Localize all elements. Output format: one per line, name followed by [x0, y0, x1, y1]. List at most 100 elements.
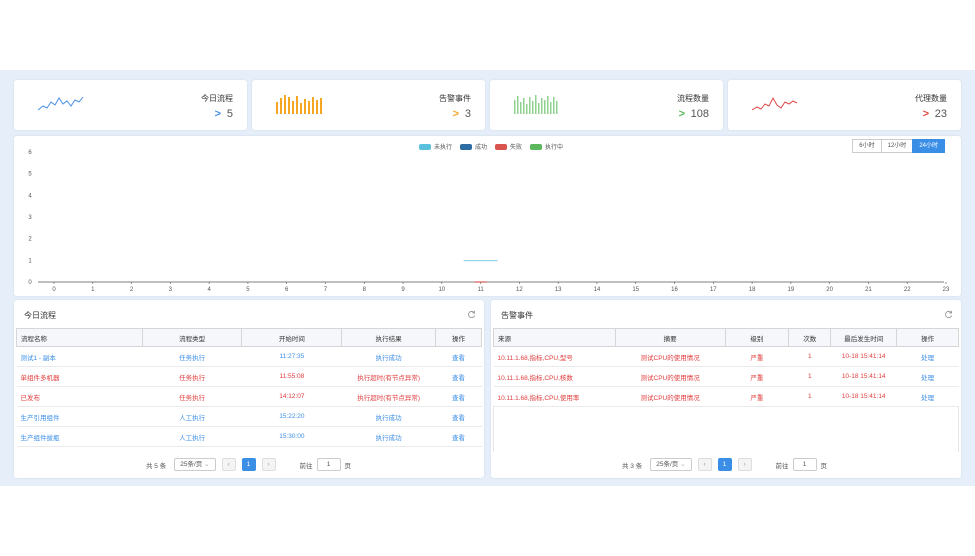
y-tick-label: 3 — [28, 215, 32, 221]
bar — [463, 260, 498, 262]
table-row[interactable]: 单组件多机器 任务执行 11:55:08 执行超时(有节点异常) 查看 — [16, 366, 482, 387]
chevron-right-icon[interactable]: > — [215, 108, 221, 120]
table-row[interactable]: 10.11.1.68,指标,CPU,使用率 测试CPU的使用情况 严重 1 10… — [493, 386, 959, 407]
view-link[interactable]: 查看 — [435, 406, 482, 427]
flow-start-time: 14:12:07 — [241, 386, 342, 407]
page-size-value: 25条/页 — [180, 461, 203, 468]
panel-title: 今日流程 — [24, 311, 56, 320]
alarm-last-time: 10-18 15:41:14 — [830, 366, 897, 387]
page-size-select[interactable]: 25条/页 ⌄ — [650, 458, 692, 471]
page-suffix: 页 — [820, 462, 828, 470]
flow-name[interactable]: 生产引用组件 — [16, 406, 143, 427]
column-header[interactable]: 操作 — [435, 328, 482, 347]
stat-card-flows-today[interactable]: 今日流程 > 5 — [14, 80, 247, 130]
flow-result: 执行成功 — [341, 346, 436, 367]
stat-label: 代理数量 — [915, 94, 947, 103]
chevron-right-icon[interactable]: > — [923, 108, 929, 120]
prev-page-button[interactable]: ‹ — [697, 458, 712, 471]
flows-pagination: 共 5 条 25条/页 ⌄ ‹ 1 › 前往 1 页 — [146, 458, 351, 471]
chevron-right-icon[interactable]: > — [679, 108, 685, 120]
page-size-select[interactable]: 25条/页 ⌄ — [174, 458, 216, 471]
alarm-level: 严重 — [725, 366, 789, 387]
x-tick-label: 15 — [632, 287, 639, 293]
x-tick-label: 22 — [904, 287, 911, 293]
goto-page-input[interactable]: 1 — [792, 458, 817, 471]
table-row[interactable]: 已发布 任务执行 14:12:07 执行超时(有节点异常) 查看 — [16, 386, 482, 407]
handle-link[interactable]: 处理 — [896, 386, 959, 407]
column-header[interactable]: 级别 — [724, 328, 790, 347]
chevron-right-icon[interactable]: > — [453, 108, 459, 120]
stat-label: 告警事件 — [439, 94, 471, 103]
y-tick-label: 4 — [28, 193, 32, 199]
alarm-last-time: 10-18 15:41:14 — [830, 386, 897, 407]
stat-card-alarms[interactable]: 告警事件 > 3 — [252, 80, 485, 130]
view-link[interactable]: 查看 — [435, 386, 482, 407]
table-row[interactable]: 测试1 - 副本 任务执行 11:27:35 执行成功 查看 — [16, 346, 482, 367]
column-header[interactable]: 摘要 — [614, 328, 726, 347]
alarm-source: 10.11.1.68,指标,CPU,型号 — [493, 346, 616, 367]
refresh-icon[interactable] — [467, 310, 476, 319]
y-tick-label: 0 — [28, 280, 32, 286]
column-header[interactable]: 最后发生时间 — [830, 328, 898, 347]
column-header[interactable]: 开始时间 — [241, 328, 343, 347]
x-tick-label: 23 — [943, 287, 950, 293]
table-row[interactable]: 10.11.1.68,指标,CPU,核数 测试CPU的使用情况 严重 1 10-… — [493, 366, 959, 387]
x-tick-label: 19 — [788, 287, 795, 293]
y-tick-label: 1 — [28, 258, 32, 264]
flow-result: 执行成功 — [341, 406, 436, 427]
execution-chart-card: 未执行 成功 失败 执行中 6小时 12小时 24小时 012345601234… — [14, 136, 961, 296]
stat-value: 108 — [690, 108, 709, 120]
page-number[interactable]: 1 — [717, 458, 732, 471]
flow-result: 执行超时(有节点异常) — [341, 366, 436, 387]
stat-value: 23 — [934, 108, 947, 120]
table-row[interactable]: 生产引用组件 人工执行 15:22:20 执行成功 查看 — [16, 406, 482, 427]
x-tick-label: 1 — [91, 287, 95, 293]
view-link[interactable]: 查看 — [435, 426, 482, 447]
flow-name[interactable]: 单组件多机器 — [16, 366, 143, 387]
goto-page-input[interactable]: 1 — [316, 458, 341, 471]
sparkline-icon — [752, 96, 798, 111]
view-link[interactable]: 查看 — [435, 346, 482, 367]
x-tick-label: 2 — [130, 287, 134, 293]
stat-card-agent-count[interactable]: 代理数量 > 23 — [728, 80, 961, 130]
refresh-icon[interactable] — [944, 310, 953, 319]
flows-table: 流程名称 流程类型 开始时间 执行结果 操作 测试1 - 副本 任务执行 11:… — [16, 328, 482, 447]
table-row[interactable]: 生产组件拔瓶 人工执行 15:30:00 执行成功 查看 — [16, 426, 482, 447]
column-header[interactable]: 流程类型 — [141, 328, 243, 347]
sparkline-icon — [38, 96, 84, 111]
handle-link[interactable]: 处理 — [896, 366, 959, 387]
flow-name[interactable]: 测试1 - 副本 — [16, 346, 143, 367]
column-header[interactable]: 来源 — [493, 328, 616, 347]
x-tick-label: 17 — [710, 287, 717, 293]
prev-page-button[interactable]: ‹ — [221, 458, 236, 471]
flow-name[interactable]: 生产组件拔瓶 — [16, 426, 143, 447]
column-header[interactable]: 操作 — [896, 328, 959, 347]
x-tick-label: 4 — [207, 287, 211, 293]
page-suffix: 页 — [344, 462, 352, 470]
page-size-value: 25条/页 — [656, 461, 679, 468]
flow-type: 人工执行 — [142, 426, 242, 447]
x-tick-label: 8 — [363, 287, 367, 293]
handle-link[interactable]: 处理 — [896, 346, 959, 367]
view-link[interactable]: 查看 — [435, 366, 482, 387]
bar-chart: 01234560 1 2 3 4 5 6 7 8 9 10 11 12 13 14 15 16 17 18 19 20 2… — [28, 150, 950, 293]
stat-card-flow-count[interactable]: 流程数量 > 108 — [490, 80, 723, 130]
goto-label: 前往 — [299, 462, 313, 470]
x-tick-label: 6 — [285, 287, 289, 293]
panel-title: 告警事件 — [501, 311, 533, 320]
stat-value: 5 — [226, 108, 233, 120]
column-header[interactable]: 执行结果 — [341, 328, 437, 347]
stat-label: 今日流程 — [201, 94, 233, 103]
table-row[interactable]: 10.11.1.68,指标,CPU,型号 测试CPU的使用情况 严重 1 10-… — [493, 346, 959, 367]
next-page-button[interactable]: › — [261, 458, 276, 471]
x-tick-label: 16 — [671, 287, 678, 293]
flow-name[interactable]: 已发布 — [16, 386, 143, 407]
y-tick-label: 5 — [28, 172, 32, 178]
alarm-count: 1 — [788, 386, 831, 407]
alarm-count: 1 — [788, 346, 831, 367]
page-number[interactable]: 1 — [241, 458, 256, 471]
column-header[interactable]: 次数 — [788, 328, 832, 347]
column-header[interactable]: 流程名称 — [16, 328, 143, 347]
next-page-button[interactable]: › — [737, 458, 752, 471]
total-count: 共 5 条 — [146, 462, 167, 470]
